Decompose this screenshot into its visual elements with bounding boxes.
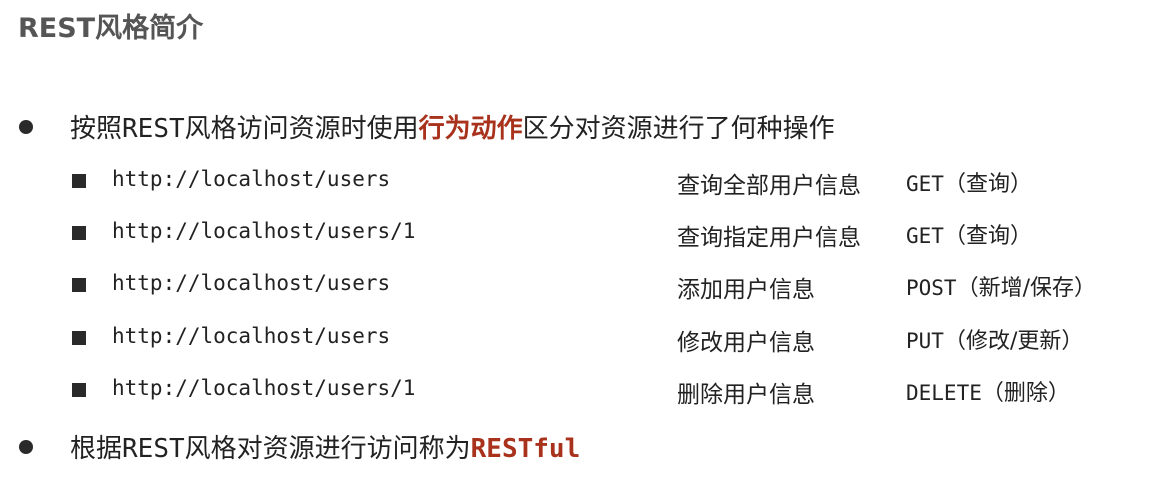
bullet1-middle: 风格访问资源时使用 bbox=[184, 114, 419, 144]
square-bullet-icon bbox=[72, 383, 86, 397]
bullet1-rest: REST bbox=[122, 114, 185, 144]
method-note: （查询） bbox=[943, 172, 1032, 197]
list-item: http://localhost/users 查询全部用户信息 GET（查询） bbox=[0, 161, 1152, 201]
http-method: GET bbox=[906, 224, 944, 248]
list-item: http://localhost/users/1 删除用户信息 DELETE（删… bbox=[0, 370, 1152, 410]
bullet-item-2: 根据REST风格对资源进行访问称为RESTful bbox=[0, 426, 1152, 466]
url-text: http://localhost/users bbox=[112, 324, 391, 348]
method-cell: GET（查询） bbox=[906, 166, 1032, 198]
url-text: http://localhost/users/1 bbox=[112, 219, 416, 243]
url-text: http://localhost/users bbox=[112, 271, 391, 295]
description-text: 添加用户信息 bbox=[677, 277, 815, 303]
method-note: （新增/保存） bbox=[956, 276, 1096, 301]
method-note: （删除） bbox=[981, 381, 1070, 406]
method-cell: GET（查询） bbox=[906, 218, 1032, 250]
bullet2-middle: 风格对资源进行访问称为 bbox=[184, 434, 471, 464]
square-bullet-icon bbox=[72, 174, 86, 188]
http-method: PUT bbox=[906, 329, 944, 353]
bullet2-highlight: RESTful bbox=[470, 434, 581, 464]
description-text: 查询全部用户信息 bbox=[677, 173, 861, 199]
description-text: 查询指定用户信息 bbox=[677, 225, 861, 251]
square-bullet-icon bbox=[72, 331, 86, 345]
http-method: DELETE bbox=[906, 381, 982, 405]
method-note: （查询） bbox=[943, 224, 1032, 249]
bullet2-prefix: 根据 bbox=[70, 434, 123, 464]
method-cell: DELETE（删除） bbox=[906, 375, 1070, 407]
method-cell: POST（新增/保存） bbox=[906, 270, 1096, 302]
method-note: （修改/更新） bbox=[943, 329, 1084, 354]
square-bullet-icon bbox=[72, 278, 86, 292]
bullet1-suffix: 区分对资源进行了何种操作 bbox=[522, 114, 835, 144]
list-item: http://localhost/users/1 查询指定用户信息 GET（查询… bbox=[0, 213, 1152, 253]
url-text: http://localhost/users bbox=[112, 167, 391, 191]
method-cell: PUT（修改/更新） bbox=[906, 323, 1083, 355]
bullet-dot-icon bbox=[19, 440, 33, 454]
http-method: GET bbox=[906, 172, 944, 196]
square-bullet-icon bbox=[72, 226, 86, 240]
page-title: REST风格简介 bbox=[18, 13, 204, 44]
url-text: http://localhost/users/1 bbox=[112, 376, 416, 400]
bullet-dot-icon bbox=[19, 120, 33, 134]
list-item: http://localhost/users 修改用户信息 PUT（修改/更新） bbox=[0, 318, 1152, 358]
description-text: 删除用户信息 bbox=[677, 382, 815, 408]
bullet-item-1: 按照REST风格访问资源时使用行为动作区分对资源进行了何种操作 bbox=[0, 106, 1152, 146]
http-method: POST bbox=[906, 276, 957, 300]
list-item: http://localhost/users 添加用户信息 POST（新增/保存… bbox=[0, 265, 1152, 305]
bullet1-highlight: 行为动作 bbox=[418, 114, 523, 144]
description-text: 修改用户信息 bbox=[677, 330, 815, 356]
bullet-text-1: 按照REST风格访问资源时使用行为动作区分对资源进行了何种操作 bbox=[70, 108, 835, 145]
bullet2-rest: REST bbox=[122, 434, 185, 464]
bullet-text-2: 根据REST风格对资源进行访问称为RESTful bbox=[70, 428, 580, 465]
bullet1-prefix: 按照 bbox=[70, 114, 123, 144]
